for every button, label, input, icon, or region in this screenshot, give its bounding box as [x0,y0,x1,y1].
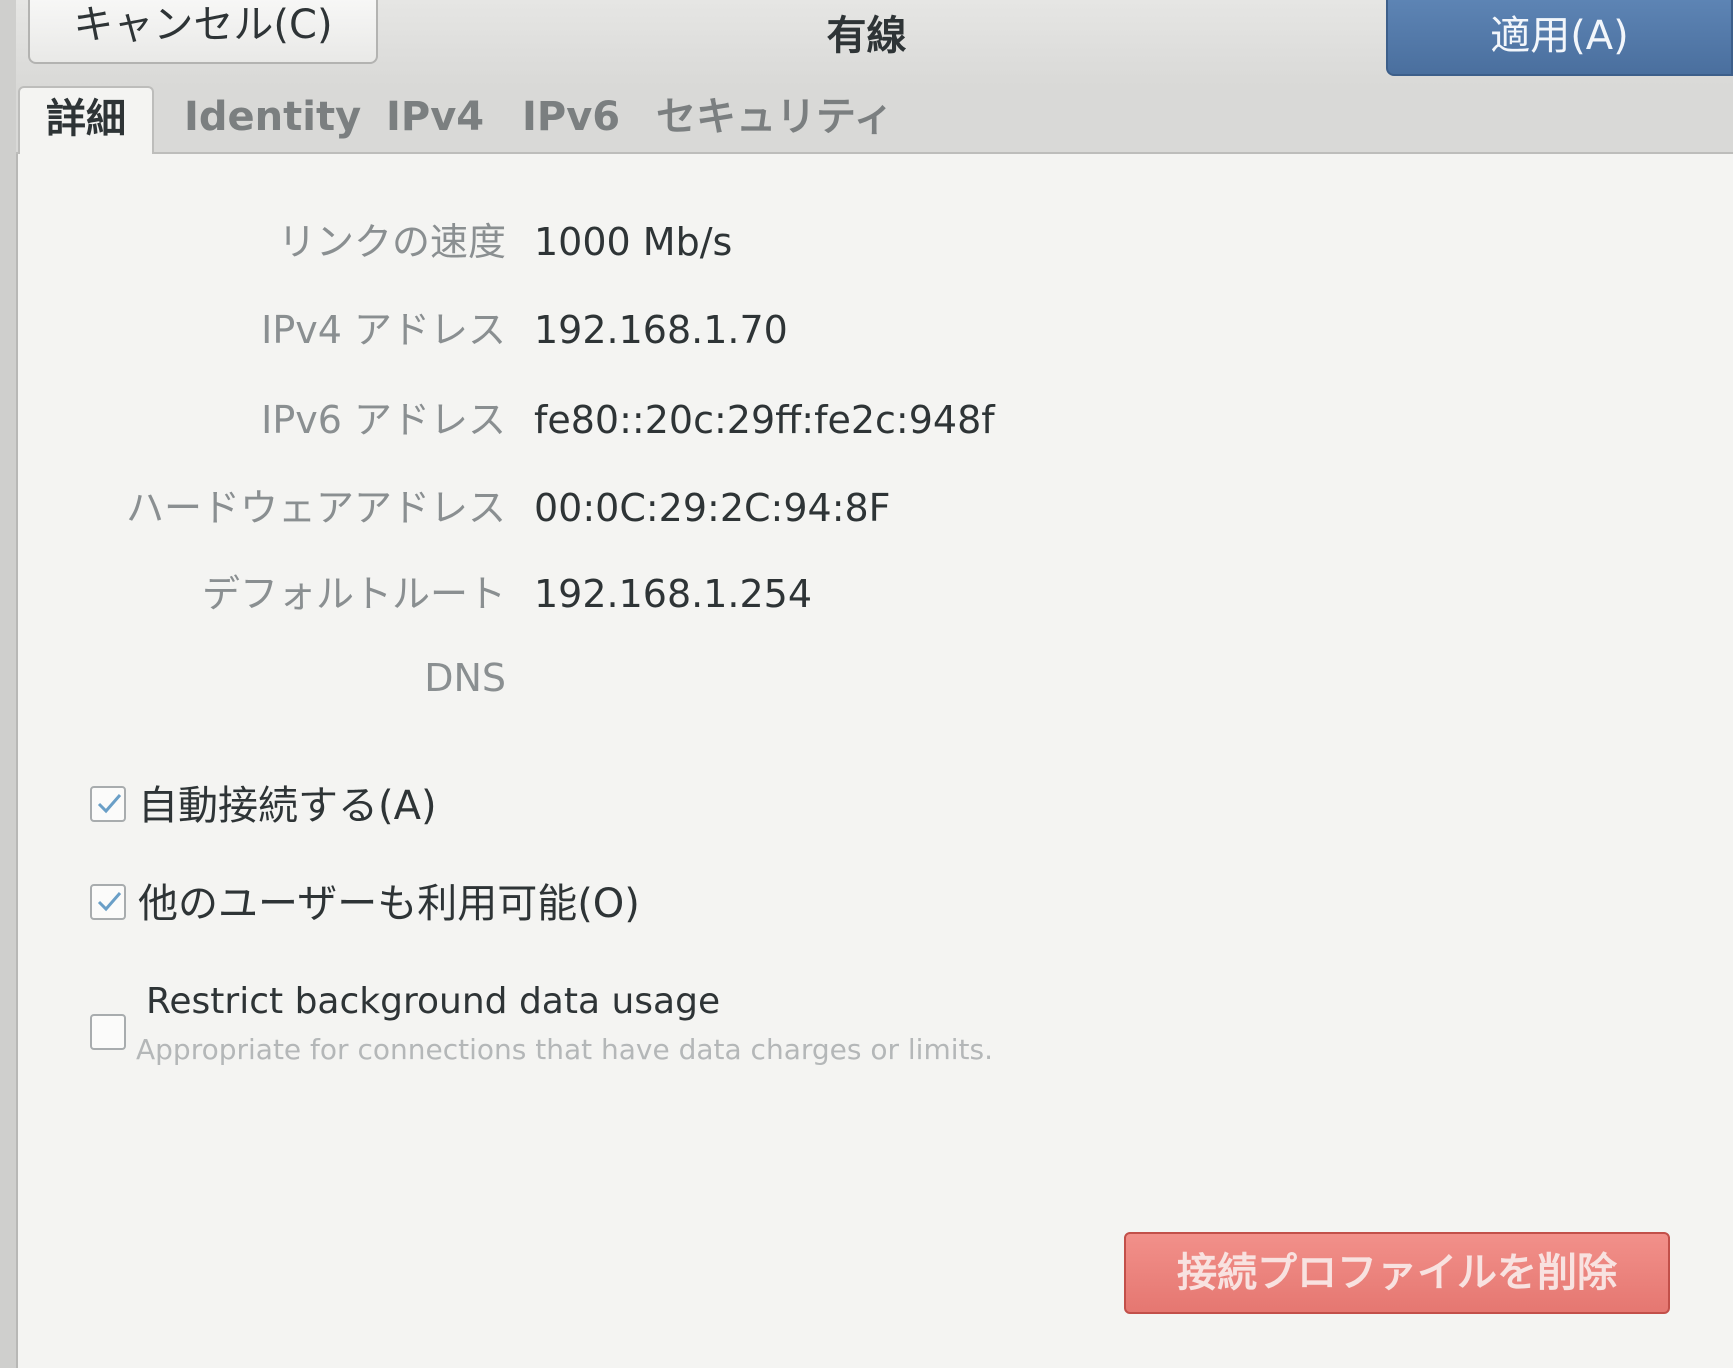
details-panel: リンクの速度 1000 Mb/s IPv4 アドレス 192.168.1.70 … [16,152,1733,1368]
other-users-checkbox-row[interactable]: 他のユーザーも利用可能(O) [16,874,716,934]
other-users-label: 他のユーザーも利用可能(O) [138,881,640,927]
hardware-address-row: ハードウェアアドレス 00:0C:29:2C:94:8F [16,478,1116,538]
link-speed-row: リンクの速度 1000 Mb/s [16,212,1116,272]
dns-row: DNS [16,648,1116,708]
ipv6-address-label: IPv6 アドレス [261,398,506,442]
restrict-background-description: Appropriate for connections that have da… [136,1033,993,1066]
ipv6-address-value: fe80::20c:29ff:fe2c:948f [534,398,995,442]
link-speed-label: リンクの速度 [277,220,506,264]
tab-security[interactable]: セキュリティ [656,86,894,152]
ipv4-address-value: 192.168.1.70 [534,308,788,352]
cancel-button[interactable]: キャンセル(C) [28,0,378,64]
checkmark-icon [97,794,122,814]
tab-ipv6[interactable]: IPv6 [522,86,620,152]
hardware-address-label: ハードウェアアドレス [125,486,506,530]
tab-ipv4[interactable]: IPv4 [386,86,484,152]
restrict-background-label: Restrict background data usage [146,981,721,1022]
auto-connect-label: 自動接続する(A) [138,783,437,829]
default-route-value: 192.168.1.254 [534,572,813,616]
hardware-address-value: 00:0C:29:2C:94:8F [534,486,891,530]
other-users-checkbox[interactable] [90,884,126,920]
auto-connect-checkbox-row[interactable]: 自動接続する(A) [16,776,516,836]
default-route-label: デフォルトルート [201,572,506,616]
default-route-row: デフォルトルート 192.168.1.254 [16,564,1116,624]
auto-connect-checkbox[interactable] [90,786,126,822]
link-speed-value: 1000 Mb/s [534,220,733,264]
apply-button[interactable]: 適用(A) [1386,0,1733,76]
ipv4-address-label: IPv4 アドレス [261,308,506,352]
ipv4-address-row: IPv4 アドレス 192.168.1.70 [16,300,1116,360]
tab-identity[interactable]: Identity [184,86,361,152]
dns-label: DNS [424,656,506,700]
ipv6-address-row: IPv6 アドレス fe80::20c:29ff:fe2c:948f [16,390,1116,450]
delete-profile-button[interactable]: 接続プロファイルを削除 [1124,1232,1670,1314]
tab-bar: 詳細 Identity IPv4 IPv6 セキュリティ [16,86,1733,154]
checkmark-icon [97,892,122,912]
restrict-background-checkbox-row[interactable]: Restrict background data usage Appropria… [16,972,1016,1066]
restrict-background-checkbox[interactable] [90,1014,126,1050]
tab-details[interactable]: 詳細 [18,86,154,154]
